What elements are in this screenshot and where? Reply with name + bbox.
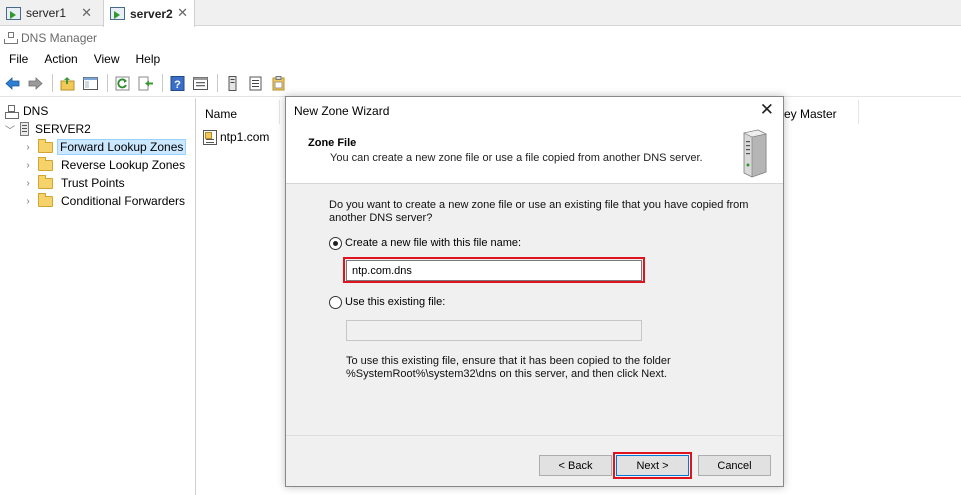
wizard-page-title: Zone File xyxy=(308,137,357,149)
chevron-down-icon[interactable]: ﹀ xyxy=(5,122,15,137)
list-icon[interactable] xyxy=(246,74,265,93)
folder-icon xyxy=(38,156,53,171)
list-item[interactable]: ntp1.com xyxy=(203,128,269,146)
wizard-page-subtitle: You can create a new zone file or use a … xyxy=(330,152,703,164)
tree-item-server[interactable]: ﹀ SERVER2 xyxy=(5,120,91,138)
server-tower-icon xyxy=(743,129,767,178)
tree-item-label: SERVER2 xyxy=(35,122,91,136)
window-title: DNS Manager xyxy=(21,30,98,45)
up-folder-icon[interactable] xyxy=(58,74,77,93)
chevron-right-icon[interactable]: › xyxy=(23,196,33,207)
column-divider[interactable] xyxy=(858,100,859,124)
new-file-name-input[interactable]: ntp.com.dns xyxy=(346,260,642,281)
close-icon[interactable]: ✕ xyxy=(81,5,92,21)
folder-icon xyxy=(38,174,53,189)
cancel-button[interactable]: Cancel xyxy=(698,455,771,476)
dialog-title: New Zone Wizard xyxy=(294,103,390,118)
chevron-right-icon[interactable]: › xyxy=(23,178,33,189)
help-icon[interactable]: ? xyxy=(168,74,187,93)
chevron-right-icon[interactable]: › xyxy=(23,142,33,153)
tree-item-trust-points[interactable]: › Trust Points xyxy=(23,174,129,192)
console-tree: DNS ﹀ SERVER2 › Forward Lookup Zones › R… xyxy=(0,98,196,495)
window-title-bar: DNS Manager xyxy=(0,27,961,48)
vm-icon xyxy=(6,6,21,20)
server-icon xyxy=(20,122,29,136)
tree-item-label: DNS xyxy=(23,104,49,118)
vm-tab-server2[interactable]: server2 ✕ xyxy=(103,0,195,27)
next-button[interactable]: Next > xyxy=(616,455,689,476)
radio-button[interactable] xyxy=(329,295,342,309)
back-button[interactable]: < Back xyxy=(539,455,612,476)
radio-create-new-file[interactable]: Create a new file with this file name: xyxy=(329,235,521,251)
wizard-footer: < Back Next > Cancel xyxy=(286,435,783,486)
radio-label[interactable]: Use this existing file: xyxy=(345,296,445,308)
clipboard-icon[interactable] xyxy=(269,74,288,93)
menu-help[interactable]: Help xyxy=(128,52,169,66)
tree-item-dns[interactable]: DNS xyxy=(5,102,48,120)
tree-item-forward-lookup-zones[interactable]: › Forward Lookup Zones xyxy=(23,138,187,156)
menu-bar: File Action View Help xyxy=(0,49,168,69)
toolbar-separator xyxy=(52,74,53,92)
menu-action[interactable]: Action xyxy=(36,52,85,66)
menu-view[interactable]: View xyxy=(86,52,128,66)
refresh-icon[interactable] xyxy=(113,74,132,93)
toolbar-separator xyxy=(162,74,163,92)
existing-file-input xyxy=(346,320,642,341)
tree-item-label: Forward Lookup Zones xyxy=(57,139,187,155)
new-zone-wizard-dialog: New Zone Wizard ✕ Zone File You can crea… xyxy=(285,96,784,487)
zone-icon xyxy=(203,129,217,145)
radio-button[interactable] xyxy=(329,236,342,250)
tree-item-label: Reverse Lookup Zones xyxy=(61,158,186,172)
menu-file[interactable]: File xyxy=(0,52,36,66)
existing-file-note: To use this existing file, ensure that i… xyxy=(346,355,671,380)
vm-icon xyxy=(110,7,125,20)
tree-item-label: Conditional Forwarders xyxy=(61,194,186,208)
tree-item-conditional-forwarders[interactable]: › Conditional Forwarders xyxy=(23,192,189,210)
back-icon[interactable] xyxy=(3,74,22,93)
vm-tab-label: server2 xyxy=(130,6,173,21)
vm-tab-server1[interactable]: server1 ✕ xyxy=(0,0,98,26)
dns-manager-icon xyxy=(4,31,18,44)
export-list-icon[interactable] xyxy=(136,74,155,93)
wizard-header: Zone File You can create a new zone file… xyxy=(286,124,783,184)
toolbar-separator xyxy=(107,74,108,92)
svg-text:?: ? xyxy=(174,79,181,91)
column-header-key-master[interactable]: ey Master xyxy=(784,103,837,125)
radio-label[interactable]: Create a new file with this file name: xyxy=(345,237,521,249)
properties-icon[interactable] xyxy=(191,74,210,93)
show-hide-tree-icon[interactable] xyxy=(81,74,100,93)
dialog-titlebar: New Zone Wizard ✕ xyxy=(286,97,783,124)
vm-tab-label: server1 xyxy=(26,6,67,20)
folder-icon xyxy=(38,192,53,207)
folder-icon xyxy=(38,138,53,153)
forward-icon[interactable] xyxy=(26,74,45,93)
tree-item-label: Trust Points xyxy=(61,176,125,190)
wizard-question: Do you want to create a new zone file or… xyxy=(329,199,749,224)
server-icon[interactable] xyxy=(223,74,242,93)
close-icon[interactable]: ✕ xyxy=(177,5,188,21)
column-header-name[interactable]: Name xyxy=(205,103,237,125)
dns-icon xyxy=(5,104,19,119)
column-divider[interactable] xyxy=(279,100,280,124)
radio-use-existing-file[interactable]: Use this existing file: xyxy=(329,294,445,310)
list-item-label: ntp1.com xyxy=(220,130,270,144)
toolbar-separator xyxy=(217,74,218,92)
vm-tab-strip: server1 ✕ server2 ✕ xyxy=(0,0,961,27)
chevron-right-icon[interactable]: › xyxy=(23,160,33,171)
close-icon[interactable]: ✕ xyxy=(760,100,774,120)
wizard-body: Do you want to create a new zone file or… xyxy=(286,185,783,435)
toolbar: ? xyxy=(0,70,961,97)
tree-item-reverse-lookup-zones[interactable]: › Reverse Lookup Zones xyxy=(23,156,189,174)
